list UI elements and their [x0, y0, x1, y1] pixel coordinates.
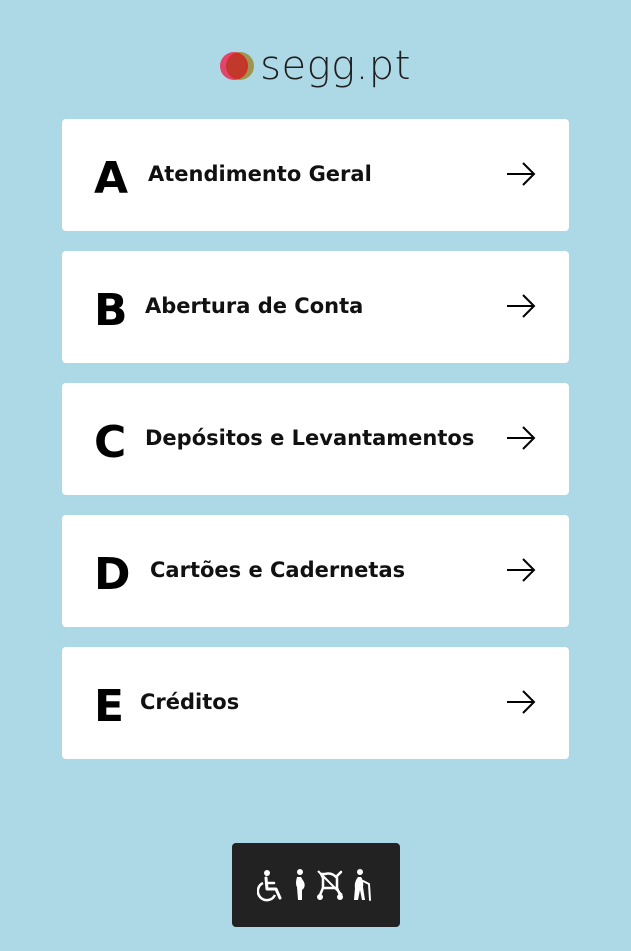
service-button-b[interactable]: B Abertura de Conta	[62, 251, 569, 363]
service-label: Cartões e Cadernetas	[150, 558, 406, 582]
pregnant-person-icon	[296, 869, 305, 900]
service-label: Créditos	[140, 690, 240, 714]
logo-mark-icon	[220, 49, 255, 83]
service-button-d[interactable]: D Cartões e Cadernetas	[62, 515, 569, 627]
logo: segg.pt	[0, 44, 631, 88]
service-label: Depósitos e Levantamentos	[145, 426, 475, 450]
service-letter: E	[94, 681, 125, 732]
logo-text: segg.pt	[260, 43, 411, 89]
service-label: Abertura de Conta	[145, 294, 364, 318]
wheelchair-icon	[257, 870, 282, 902]
priority-service-button[interactable]	[232, 843, 400, 927]
service-label: Atendimento Geral	[148, 162, 372, 186]
arrow-right-icon	[507, 690, 536, 714]
service-letter: C	[94, 417, 127, 468]
service-letter: A	[94, 153, 129, 204]
arrow-right-icon	[507, 294, 536, 318]
baby-stroller-icon	[317, 870, 343, 900]
service-letter: D	[94, 549, 131, 600]
elderly-person-icon	[354, 869, 371, 901]
arrow-right-icon	[507, 162, 536, 186]
service-button-e[interactable]: E Créditos	[62, 647, 569, 759]
arrow-right-icon	[507, 558, 536, 582]
arrow-right-icon	[507, 426, 536, 450]
service-button-a[interactable]: A Atendimento Geral	[62, 119, 569, 231]
service-letter: B	[94, 285, 128, 336]
service-button-c[interactable]: C Depósitos e Levantamentos	[62, 383, 569, 495]
